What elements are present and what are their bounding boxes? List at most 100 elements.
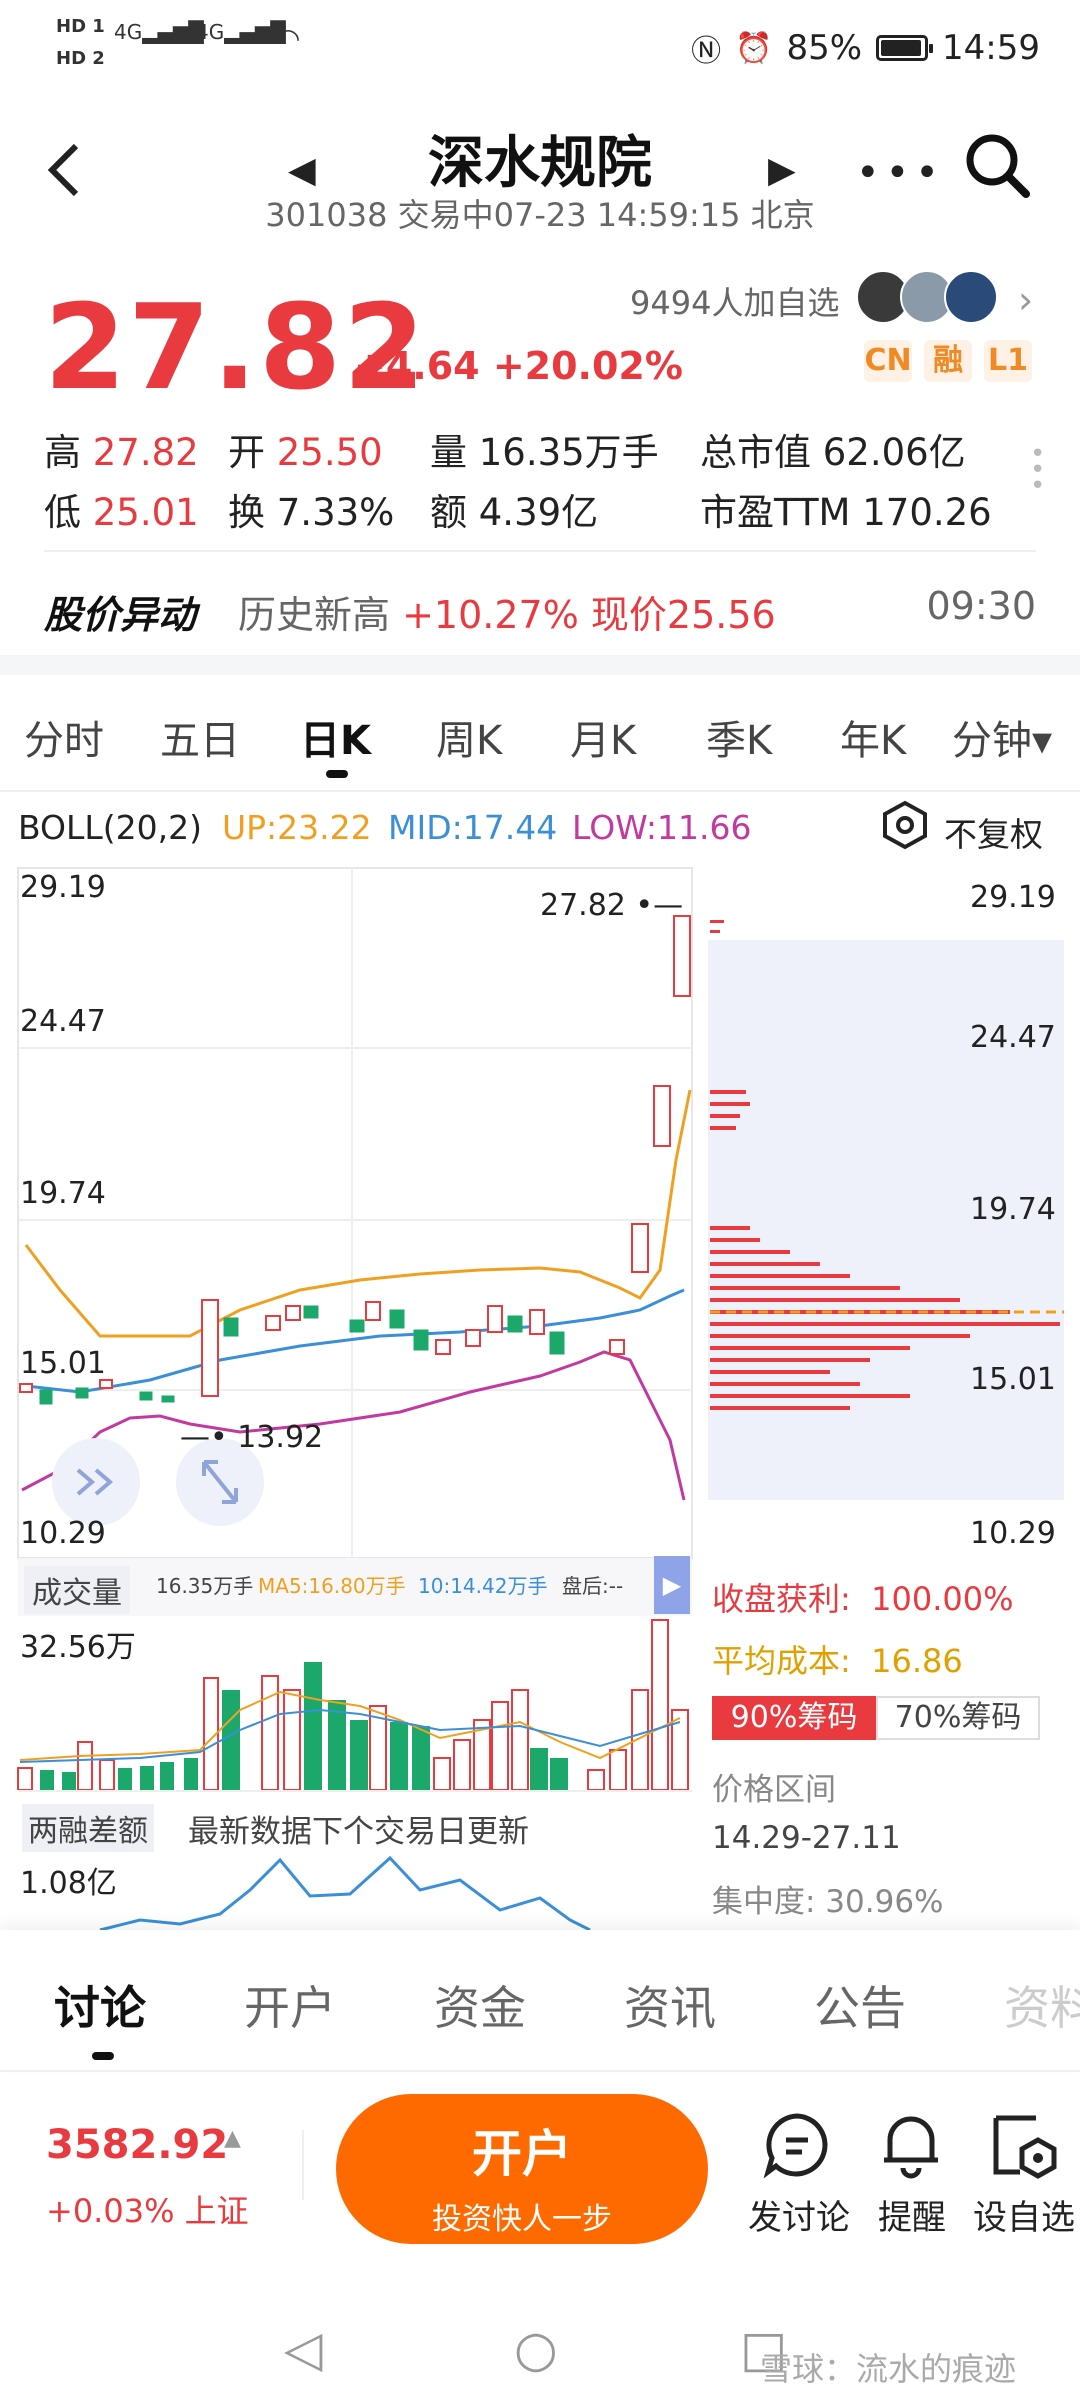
y-tick-right: 29.19 [970, 880, 1056, 915]
watermark: 雪球：流水的痕迹 [760, 2350, 1017, 2388]
tab-monthly-k[interactable]: 月K [570, 708, 636, 766]
alert-time: 09:30 [926, 584, 1036, 628]
divider [44, 550, 1036, 552]
wifi-icon: ◠ [276, 22, 301, 55]
price-change: +4.64 +20.02% [354, 344, 683, 388]
bottom-tabbar [0, 1930, 1080, 2070]
tab-five-day[interactable]: 五日 [160, 708, 240, 766]
stat-open: 开 25.50 [228, 431, 383, 474]
stat-turnover: 换 7.33% [228, 491, 395, 534]
stat-amount: 额 4.39亿 [430, 491, 599, 534]
boll-mid: MID:17.44 [388, 808, 558, 847]
section-gap [0, 655, 1080, 675]
tab-profile[interactable]: 资料 [1004, 1972, 1080, 2038]
divider [18, 1790, 692, 1792]
more-vertical-icon[interactable]: • • • [1030, 441, 1045, 499]
sim2-label: HD 2 [56, 48, 105, 69]
y-tick: 29.19 [20, 870, 106, 905]
tab-open-account[interactable]: 开户 [244, 1972, 336, 2038]
more-button[interactable]: ••• [856, 150, 945, 196]
alert-message[interactable]: 历史新高 +10.27% 现价25.56 [238, 584, 776, 639]
volume-today: 16.35万手 [156, 1574, 254, 1598]
y-tick-right: 24.47 [970, 1020, 1056, 1055]
chip-profit: 收盘获利: 100.00% [712, 1580, 1014, 1618]
clock: 14:59 [942, 28, 1040, 68]
next-stock-button[interactable]: ▶ [768, 150, 796, 191]
post-discussion-label[interactable]: 发讨论 [744, 2190, 854, 2239]
tab-weekly-k[interactable]: 周K [436, 708, 502, 766]
badge-cn: CN [864, 340, 912, 382]
nfc-icon: Ⓝ [691, 34, 722, 69]
tab-daily-k[interactable]: 日K [300, 708, 371, 766]
stat-low: 低 25.01 [44, 491, 199, 534]
volume-after-hours: 盘后:-- [562, 1574, 624, 1598]
y-tick: 15.01 [20, 1346, 106, 1381]
open-account-slogan: 投资快人一步 [432, 2202, 612, 2237]
alert-title: 股价异动 [44, 593, 197, 637]
y-tick: 10.29 [20, 1516, 106, 1551]
nav-back-icon[interactable]: ◁ [284, 2320, 322, 2378]
bell-icon[interactable] [876, 2108, 946, 2184]
nav-home-icon[interactable]: ○ [514, 2320, 558, 2378]
badge-l1: L1 [984, 340, 1032, 382]
open-account-label: 开户 [472, 2125, 572, 2183]
status-bar: HD 1 HD 2 4G▂▄▆█ 4G▂▄▆█ ◠ Ⓝ ⏰ 85% 14:59 [0, 0, 1080, 90]
tab-announcements[interactable]: 公告 [814, 1972, 906, 2038]
tab-intraday[interactable]: 分时 [24, 708, 104, 766]
badge-margin: 融 [924, 340, 972, 382]
max-price-label: 27.82 •— [540, 888, 684, 923]
volume-ma10: 10:14.42万手 [418, 1574, 548, 1598]
stat-high: 高 27.82 [44, 431, 199, 474]
alarm-icon: ⏰ [735, 30, 773, 66]
index-change[interactable]: +0.03% 上证 [46, 2186, 249, 2232]
settings-hexagon-icon[interactable] [880, 800, 930, 854]
volume-chart [17, 1619, 689, 1790]
stock-subtitle: 301038 交易中07-23 14:59:15 北京 [265, 196, 815, 234]
margin-label[interactable]: 两融差额 [22, 1804, 154, 1852]
chip-range-label: 价格区间 [712, 1772, 836, 1808]
chip-tab-90[interactable]: 90%筹码 [712, 1696, 876, 1740]
add-watchlist-icon[interactable] [990, 2110, 1060, 2184]
up-triangle-icon: ▲ [224, 2126, 241, 2151]
boll-low: LOW:11.66 [572, 808, 752, 847]
tab-quarterly-k[interactable]: 季K [706, 708, 772, 766]
tab-funds[interactable]: 资金 [434, 1972, 526, 2038]
min-price-label: —• 13.92 [180, 1420, 324, 1455]
volume-label[interactable]: 成交量 [24, 1566, 130, 1614]
y-tick-right: 19.74 [970, 1192, 1056, 1227]
divider [0, 790, 1080, 792]
avatar [944, 270, 998, 324]
index-value[interactable]: 3582.92 [46, 2122, 228, 2168]
search-icon[interactable] [962, 130, 1032, 204]
tab-minute[interactable]: 分钟▾ [952, 708, 1052, 766]
boll-label[interactable]: BOLL(20,2) [18, 808, 202, 847]
watchers-count[interactable]: 9494人加自选 [630, 278, 839, 324]
tab-yearly-k[interactable]: 年K [840, 708, 906, 766]
chevron-right-icon[interactable]: › [1018, 278, 1033, 322]
expand-arrow-icon[interactable]: ▶ [654, 1556, 690, 1614]
adjust-mode[interactable]: 不复权 [944, 808, 1043, 856]
add-watchlist-label[interactable]: 设自选 [968, 2190, 1080, 2239]
tab-discussion[interactable]: 讨论 [54, 1972, 146, 2038]
chip-concentration: 集中度: 30.96% [712, 1884, 944, 1920]
stat-pe: 市盈TTM 170.26 [700, 491, 992, 534]
battery-icon [876, 35, 934, 61]
divider [302, 2130, 304, 2200]
reminder-label[interactable]: 提醒 [862, 2190, 962, 2239]
y-tick-right: 15.01 [970, 1362, 1056, 1397]
chip-avg-cost: 平均成本: 16.86 [712, 1642, 963, 1680]
battery-percent: 85% [786, 28, 863, 68]
post-discussion-icon[interactable] [762, 2110, 832, 2184]
stat-volume: 量 16.35万手 [430, 431, 659, 474]
margin-note: 最新数据下个交易日更新 [188, 1814, 529, 1850]
open-account-button[interactable]: 开户 投资快人一步 [336, 2094, 708, 2244]
tab-news[interactable]: 资讯 [624, 1972, 716, 2038]
y-tick: 24.47 [20, 1004, 106, 1039]
chip-range-value: 14.29-27.11 [712, 1820, 901, 1856]
y-tick-right: 10.29 [970, 1516, 1056, 1551]
signal-1-icon: 4G▂▄▆█ [114, 20, 204, 44]
chip-tab-70[interactable]: 70%筹码 [876, 1696, 1040, 1740]
boll-up: UP:23.22 [222, 808, 372, 847]
signal-2-icon: 4G▂▄▆█ [196, 20, 286, 44]
tab-indicator [92, 2052, 114, 2060]
